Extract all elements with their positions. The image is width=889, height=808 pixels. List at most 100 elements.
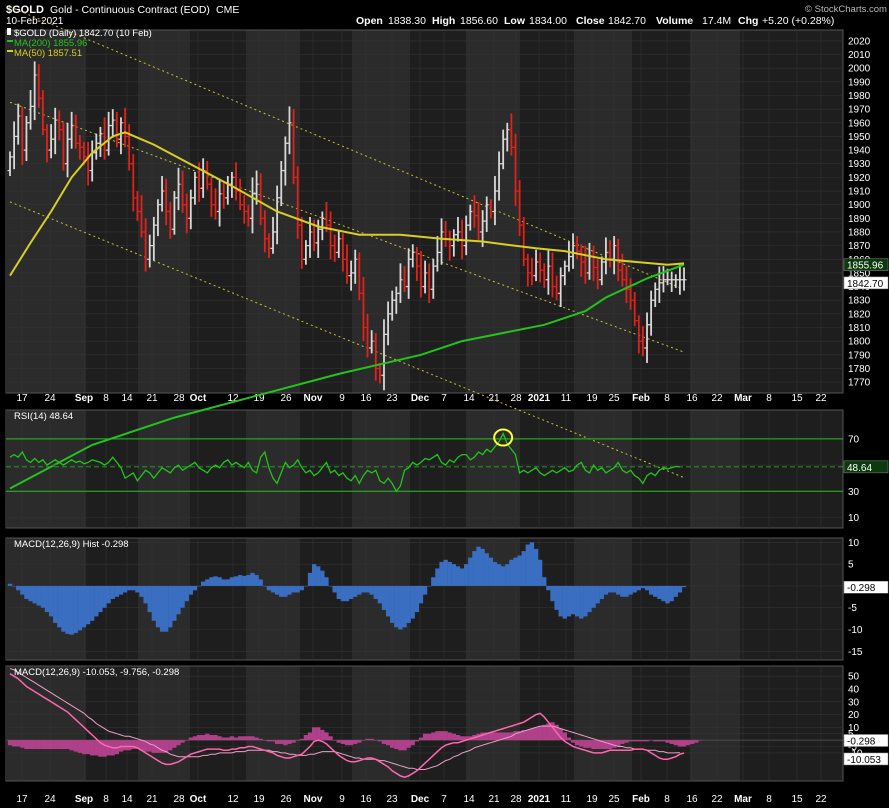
macd-hist-bar — [620, 585, 625, 597]
macd-hist-bar — [505, 564, 510, 586]
macd-histogram-bar — [657, 740, 662, 742]
macd-hist-bar — [151, 585, 156, 621]
macd-histogram-bar — [340, 740, 346, 744]
macd-histogram-bar — [291, 740, 296, 743]
macd-histogram-bar — [324, 732, 329, 741]
y-tick-price-22: 1990 — [848, 77, 871, 88]
macd-histogram-bar — [677, 740, 683, 747]
open-value: 1838.30 — [388, 15, 426, 27]
macd-histogram-bar — [20, 740, 25, 748]
macd-hist-bar — [628, 585, 633, 595]
macd-histogram-bar — [73, 740, 78, 752]
macd-histogram-bar — [538, 726, 543, 741]
macd-histogram-bar — [443, 731, 448, 741]
macd-histogram-bar — [127, 740, 132, 751]
x-tick-top-18: 21 — [488, 393, 500, 404]
macd-histogram-bar — [283, 740, 288, 746]
macd-hist-bar — [94, 585, 99, 617]
macd-hist-bar — [501, 566, 506, 586]
macd-histogram-bar — [69, 740, 74, 751]
macd-histogram-bar — [102, 740, 107, 757]
macd-histogram-bar — [303, 735, 309, 741]
x-tick-bottom-9: 19 — [253, 794, 265, 805]
x-tick-top-26: 16 — [686, 393, 698, 404]
copyright: © StockCharts.com — [805, 4, 887, 15]
y-tick-price-10: 1870 — [848, 241, 871, 252]
macd-hist-bar — [295, 585, 300, 593]
macd-histogram-bar — [632, 740, 637, 742]
macd-hist-bar — [279, 585, 284, 597]
macd-hist-bar — [533, 548, 539, 586]
macd-hist-bar — [303, 585, 309, 587]
y-tick-price-0: 1770 — [848, 378, 871, 389]
y-tick-macd-7: 40 — [848, 685, 860, 696]
macd-hist-bar — [36, 585, 41, 606]
panel-shade-hist-6 — [690, 538, 740, 660]
y-tick-price-12: 1890 — [848, 214, 871, 225]
x-tick-bottom-5: 21 — [146, 794, 158, 805]
macd-hist-bar — [168, 585, 173, 628]
y-tick-price-3: 1800 — [848, 337, 871, 348]
y-tick-price-18: 1950 — [848, 132, 871, 143]
macd-histogram-bar — [385, 740, 391, 746]
panel-shade-price-3 — [352, 30, 410, 393]
macd-histogram-bar — [492, 732, 498, 741]
macd-histogram-bar — [94, 740, 99, 756]
description: Gold - Continuous Contract (EOD) — [50, 4, 210, 16]
macd-hist-bar — [439, 561, 444, 586]
macd-hist-bar — [583, 585, 588, 617]
macd-hist-bar — [77, 585, 83, 631]
x-tick-top-10: 26 — [280, 393, 292, 404]
macd-hist-bar — [114, 585, 120, 597]
macd-histogram-bar — [295, 740, 300, 741]
macd-histogram-bar — [439, 731, 444, 741]
macd-hist-bar — [464, 564, 469, 586]
macd-hist-bar — [69, 585, 74, 635]
macd-hist-bar — [258, 579, 263, 586]
y-tick-price-15: 1920 — [848, 173, 871, 184]
macd-histogram-bar — [414, 740, 420, 742]
macd-hist-bar — [558, 585, 563, 617]
macd-histogram-bar — [36, 740, 41, 750]
macd-hist-bar — [636, 585, 641, 591]
macd-histogram-bar — [369, 738, 374, 741]
macd-hist-bar — [225, 579, 230, 586]
macd-histogram-bar — [266, 740, 272, 742]
y-tick-price-24: 2010 — [848, 50, 871, 61]
y-tick-price-13: 1900 — [848, 200, 871, 211]
macd-hist-bar — [336, 585, 341, 599]
macd-histogram-bar — [307, 732, 313, 741]
macd-histogram-bar — [574, 740, 580, 746]
macd-hist-bar — [28, 585, 33, 602]
macd-histogram-bar — [566, 737, 572, 741]
y-tick-rsi-0: 10 — [848, 513, 860, 524]
macd-hist-bar — [340, 585, 346, 602]
macd-histogram-bar — [653, 740, 658, 742]
macd-histogram-bar — [28, 740, 33, 750]
macd-histogram-bar — [525, 729, 530, 741]
macd-histogram-bar — [410, 740, 415, 746]
macd-hist-bar — [44, 585, 50, 613]
hist-tag: -0.298 — [847, 583, 876, 594]
macd-hist-bar — [90, 585, 95, 621]
macd-histogram-bar — [542, 724, 547, 741]
macd-histogram-bar — [447, 732, 452, 741]
volume-value: 17.4M — [702, 15, 731, 27]
macd-tag-hist: -0.298 — [847, 736, 876, 747]
y-tick-hist-0: -15 — [848, 647, 863, 658]
macd-histogram-bar — [336, 740, 341, 743]
macd-hist-bar — [521, 551, 526, 586]
macd-hist-bar — [131, 585, 136, 591]
macd-hist-bar — [143, 585, 148, 604]
x-tick-bottom-3: 8 — [103, 794, 109, 805]
macd-histogram-bar — [299, 738, 304, 741]
macd-hist-bar — [677, 585, 683, 593]
macd-histogram-bar — [61, 740, 66, 750]
macd-histogram-bar — [591, 740, 596, 750]
y-tick-macd-5: 20 — [848, 710, 860, 721]
macd-histogram-bar — [603, 740, 609, 750]
macd-hist-bar — [283, 585, 288, 597]
macd-histogram-bar — [81, 740, 87, 755]
macd-hist-bar — [209, 577, 214, 586]
y-tick-price-2: 1790 — [848, 350, 871, 361]
